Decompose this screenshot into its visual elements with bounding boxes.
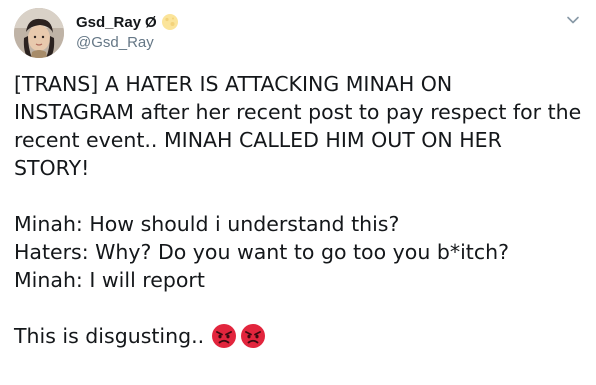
full-moon-icon: [161, 13, 179, 31]
display-name[interactable]: Gsd_Ray: [76, 14, 141, 31]
tweet-line: Minah: How should i understand this?: [14, 212, 400, 236]
angry-face-icon: [240, 323, 266, 349]
name-symbol: Ø: [145, 13, 157, 31]
tweet-card: Gsd_Ray Ø @Gsd_Ray [TRANS] A HATER IS AT…: [0, 0, 596, 385]
author-block: Gsd_Ray Ø @Gsd_Ray: [76, 12, 179, 51]
tweet-line: This is disgusting..: [14, 324, 205, 348]
tweet-line: recent event.. MINAH CALLED HIM OUT ON H…: [14, 128, 502, 152]
avatar[interactable]: [14, 8, 64, 58]
angry-face-icon: [211, 323, 237, 349]
tweet-line: STORY!: [14, 156, 90, 180]
tweet-line: Minah: I will report: [14, 268, 205, 292]
tweet-line: Haters: Why? Do you want to go too you b…: [14, 240, 509, 264]
tweet-line: INSTAGRAM after her recent post to pay r…: [14, 100, 582, 124]
tweet-closing-line: This is disgusting..: [14, 322, 589, 350]
tweet-text: [TRANS] A HATER IS ATTACKING MINAH ON IN…: [14, 70, 589, 350]
author-name-row: Gsd_Ray Ø: [76, 12, 179, 32]
tweet-line: [TRANS] A HATER IS ATTACKING MINAH ON: [14, 72, 453, 96]
chevron-down-icon[interactable]: [566, 12, 580, 26]
user-handle[interactable]: @Gsd_Ray: [76, 34, 179, 51]
